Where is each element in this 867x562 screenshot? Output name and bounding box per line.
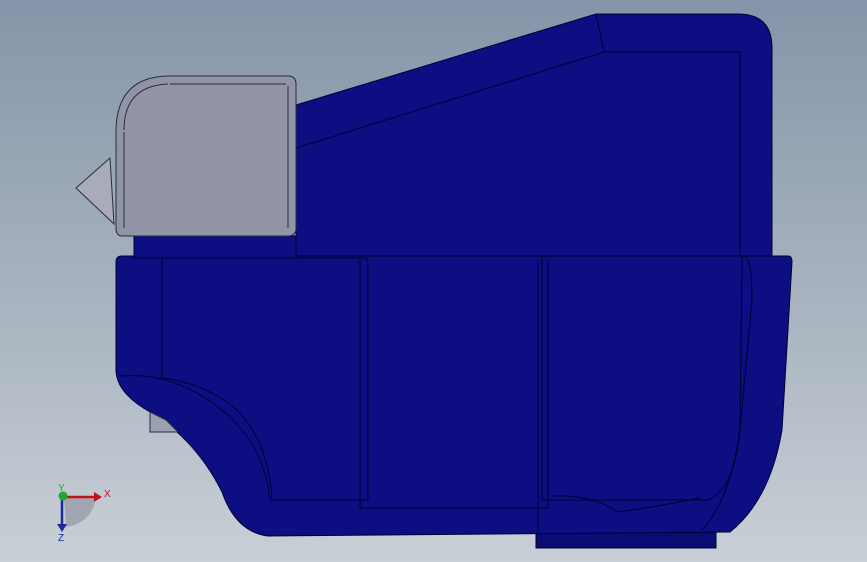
sensor-neck bbox=[133, 235, 297, 259]
orientation-triad: X Y Z bbox=[57, 483, 111, 544]
z-axis-arrow-icon bbox=[57, 524, 67, 532]
x-axis-label: X bbox=[104, 489, 111, 500]
y-axis-label: Y bbox=[58, 483, 65, 494]
graphics-viewport[interactable]: X Y Z bbox=[0, 0, 867, 562]
sensor-head[interactable] bbox=[115, 75, 297, 237]
z-axis-label: Z bbox=[58, 533, 64, 544]
triad-shadow bbox=[64, 497, 96, 527]
sensor-nozzle[interactable] bbox=[75, 156, 115, 226]
cad-model-view[interactable]: X Y Z bbox=[0, 0, 867, 562]
upper-housing[interactable] bbox=[295, 13, 773, 259]
x-axis-arrow-icon bbox=[94, 492, 102, 502]
